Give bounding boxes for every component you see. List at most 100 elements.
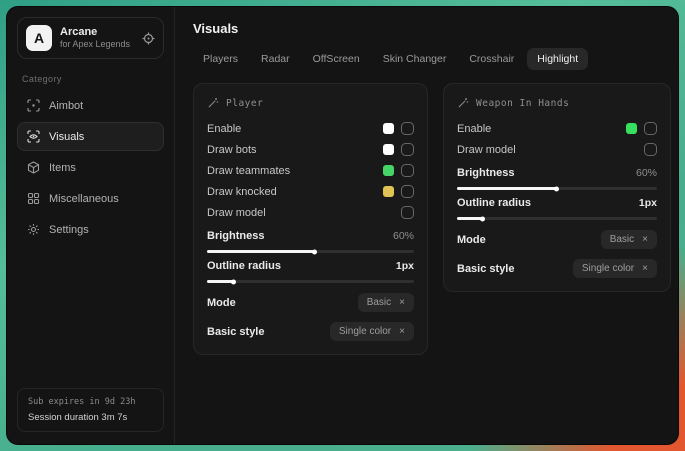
slider-fill[interactable] bbox=[457, 187, 557, 190]
color-swatch[interactable] bbox=[626, 123, 637, 134]
page-title: Visuals bbox=[193, 21, 671, 36]
tag-pill[interactable]: Basic × bbox=[358, 293, 414, 312]
sidebar-item-miscellaneous[interactable]: Miscellaneous bbox=[17, 184, 164, 213]
target-icon[interactable] bbox=[142, 32, 155, 45]
sidebar-item-items[interactable]: Items bbox=[17, 153, 164, 182]
remove-tag-icon[interactable]: × bbox=[642, 235, 648, 245]
remove-tag-icon[interactable]: × bbox=[399, 327, 405, 337]
tag-label: Basic style bbox=[457, 263, 514, 275]
color-swatch[interactable] bbox=[383, 186, 394, 197]
toggle-label: Draw bots bbox=[207, 144, 383, 156]
main-content: Visuals PlayersRadarOffScreenSkin Change… bbox=[175, 7, 679, 444]
category-label: Category bbox=[22, 74, 159, 84]
tag-text: Basic bbox=[367, 297, 391, 308]
panel-weapon-in-hands: Weapon In Hands Enable Draw model Bright… bbox=[443, 83, 671, 292]
toggle-row: Draw model bbox=[457, 139, 657, 160]
color-swatch[interactable] bbox=[383, 165, 394, 176]
toggle-label: Draw knocked bbox=[207, 186, 383, 198]
wand-icon bbox=[457, 97, 469, 109]
toggle-row: Enable bbox=[457, 118, 657, 139]
app-logo: A bbox=[26, 25, 52, 51]
sidebar-item-label: Visuals bbox=[49, 131, 84, 143]
profile-meta: Arcane for Apex Legends bbox=[60, 26, 134, 51]
slider-row: Brightness 60% bbox=[457, 167, 657, 190]
tab-radar[interactable]: Radar bbox=[251, 48, 300, 70]
sidebar: A Arcane for Apex Legends Category Aimbo… bbox=[7, 7, 175, 444]
tag-row: Mode Basic × bbox=[457, 230, 657, 249]
tag-text: Single color bbox=[582, 263, 634, 274]
sidebar-nav: Aimbot Visuals Items Miscellaneous Setti… bbox=[17, 91, 164, 244]
tag-pill[interactable]: Single color × bbox=[330, 322, 414, 341]
tag-label: Basic style bbox=[207, 326, 264, 338]
tag-label: Mode bbox=[207, 297, 236, 309]
tab-players[interactable]: Players bbox=[193, 48, 248, 70]
tab-crosshair[interactable]: Crosshair bbox=[459, 48, 524, 70]
items-box-icon bbox=[27, 161, 40, 174]
toggle-row: Draw teammates bbox=[207, 160, 414, 181]
slider-value: 1px bbox=[396, 260, 414, 272]
slider-row: Brightness 60% bbox=[207, 230, 414, 253]
toggle-row: Enable bbox=[207, 118, 414, 139]
color-swatch[interactable] bbox=[383, 144, 394, 155]
checkbox[interactable] bbox=[401, 143, 414, 156]
checkbox[interactable] bbox=[401, 122, 414, 135]
sidebar-item-aimbot[interactable]: Aimbot bbox=[17, 91, 164, 120]
aimbot-crosshair-icon bbox=[27, 99, 40, 112]
remove-tag-icon[interactable]: × bbox=[642, 264, 648, 274]
tag-pill[interactable]: Basic × bbox=[601, 230, 657, 249]
app-subtitle: for Apex Legends bbox=[60, 39, 134, 50]
visuals-eye-icon bbox=[27, 130, 40, 143]
slider-fill[interactable] bbox=[207, 280, 234, 283]
app-name: Arcane bbox=[60, 26, 134, 40]
sub-expires-text: Sub expires in 9d 23h bbox=[28, 397, 153, 407]
checkbox[interactable] bbox=[401, 185, 414, 198]
panel-header: Player bbox=[207, 97, 414, 109]
panel-rows: Enable Draw bots Draw teammates Draw kno… bbox=[207, 118, 414, 341]
tab-highlight[interactable]: Highlight bbox=[527, 48, 588, 70]
slider-value: 60% bbox=[393, 230, 414, 242]
miscellaneous-grid-icon bbox=[27, 192, 40, 205]
slider[interactable] bbox=[457, 217, 657, 220]
toggle-label: Draw teammates bbox=[207, 165, 383, 177]
toggle-label: Draw model bbox=[457, 144, 644, 156]
panels-container: Player Enable Draw bots Draw teammates D… bbox=[193, 83, 671, 355]
checkbox[interactable] bbox=[644, 143, 657, 156]
tag-label: Mode bbox=[457, 234, 486, 246]
panel-title: Weapon In Hands bbox=[476, 98, 569, 109]
toggle-row: Draw knocked bbox=[207, 181, 414, 202]
panel-rows: Enable Draw model Brightness 60% Outline… bbox=[457, 118, 657, 278]
slider[interactable] bbox=[207, 250, 414, 253]
app-window: A Arcane for Apex Legends Category Aimbo… bbox=[6, 6, 679, 445]
panel-title: Player bbox=[226, 98, 263, 109]
toggle-label: Enable bbox=[207, 123, 383, 135]
slider[interactable] bbox=[207, 280, 414, 283]
settings-gear-icon bbox=[27, 223, 40, 236]
tab-skin-changer[interactable]: Skin Changer bbox=[373, 48, 457, 70]
slider-label: Brightness bbox=[207, 230, 264, 242]
sidebar-item-visuals[interactable]: Visuals bbox=[17, 122, 164, 151]
sidebar-item-label: Aimbot bbox=[49, 100, 83, 112]
tag-text: Single color bbox=[339, 326, 391, 337]
session-duration-text: Session duration 3m 7s bbox=[28, 412, 153, 423]
toggle-label: Draw model bbox=[207, 207, 401, 219]
tag-row: Mode Basic × bbox=[207, 293, 414, 312]
slider-fill[interactable] bbox=[457, 217, 483, 220]
panel-player: Player Enable Draw bots Draw teammates D… bbox=[193, 83, 428, 355]
profile-card[interactable]: A Arcane for Apex Legends bbox=[17, 17, 164, 59]
slider-label: Brightness bbox=[457, 167, 514, 179]
toggle-row: Draw model bbox=[207, 202, 414, 223]
panel-header: Weapon In Hands bbox=[457, 97, 657, 109]
sidebar-item-settings[interactable]: Settings bbox=[17, 215, 164, 244]
checkbox[interactable] bbox=[401, 206, 414, 219]
slider-value: 60% bbox=[636, 167, 657, 179]
slider[interactable] bbox=[457, 187, 657, 190]
toggle-label: Enable bbox=[457, 123, 626, 135]
remove-tag-icon[interactable]: × bbox=[399, 298, 405, 308]
slider-fill[interactable] bbox=[207, 250, 315, 253]
tag-pill[interactable]: Single color × bbox=[573, 259, 657, 278]
slider-row: Outline radius 1px bbox=[457, 197, 657, 220]
checkbox[interactable] bbox=[644, 122, 657, 135]
tab-offscreen[interactable]: OffScreen bbox=[303, 48, 370, 70]
color-swatch[interactable] bbox=[383, 123, 394, 134]
checkbox[interactable] bbox=[401, 164, 414, 177]
